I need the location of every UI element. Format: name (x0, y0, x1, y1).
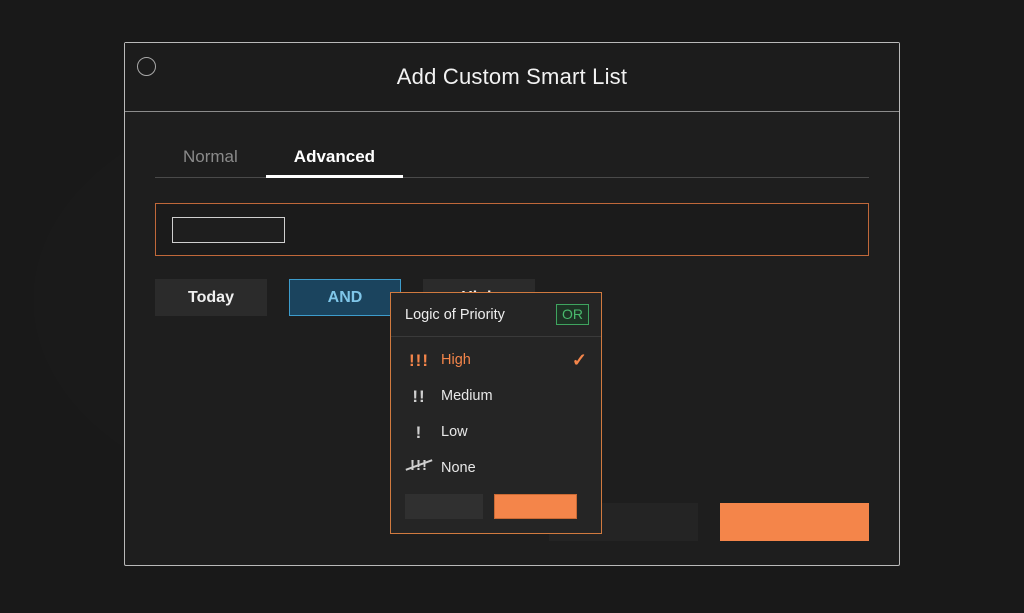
priority-option-none[interactable]: !!! None (391, 450, 601, 486)
page-title: Add Custom Smart List (397, 64, 627, 90)
rule-editor-box[interactable] (155, 203, 869, 256)
tabs-container: Normal Advanced (155, 112, 869, 178)
dialog-confirm-button[interactable] (720, 503, 869, 541)
tabs-divider (155, 177, 869, 178)
chip-and-logic[interactable]: AND (289, 279, 401, 316)
priority-option-label: Medium (441, 388, 493, 404)
priority-option-label: Low (441, 424, 468, 440)
tab-advanced[interactable]: Advanced (266, 147, 403, 177)
circle-outline-icon[interactable] (137, 57, 156, 76)
rule-name-input[interactable] (172, 217, 285, 243)
priority-option-medium[interactable]: !! Medium (391, 378, 601, 414)
check-icon: ✓ (572, 351, 587, 369)
popup-cancel-button[interactable] (405, 494, 483, 519)
priority-option-label: High (441, 352, 471, 368)
chip-today[interactable]: Today (155, 279, 267, 316)
priority-option-high[interactable]: !!! High ✓ (391, 342, 601, 378)
dialog-header: Add Custom Smart List (125, 43, 899, 112)
tab-normal[interactable]: Normal (155, 147, 266, 177)
priority-option-list: !!! High ✓ !! Medium ! Low !!! None (391, 337, 601, 486)
popup-header: Logic of Priority OR (391, 293, 601, 337)
priority-high-icon: !!! (403, 352, 435, 369)
tab-list: Normal Advanced (155, 137, 869, 177)
priority-option-label: None (441, 460, 476, 476)
priority-logic-popup: Logic of Priority OR !!! High ✓ !! Mediu… (390, 292, 602, 534)
priority-low-icon: ! (403, 424, 435, 441)
popup-title: Logic of Priority (405, 307, 505, 323)
priority-option-low[interactable]: ! Low (391, 414, 601, 450)
priority-medium-icon: !! (403, 388, 435, 405)
popup-footer (391, 494, 601, 519)
popup-confirm-button[interactable] (494, 494, 577, 519)
priority-none-icon: !!! (403, 458, 435, 479)
logic-toggle-badge[interactable]: OR (556, 304, 589, 325)
